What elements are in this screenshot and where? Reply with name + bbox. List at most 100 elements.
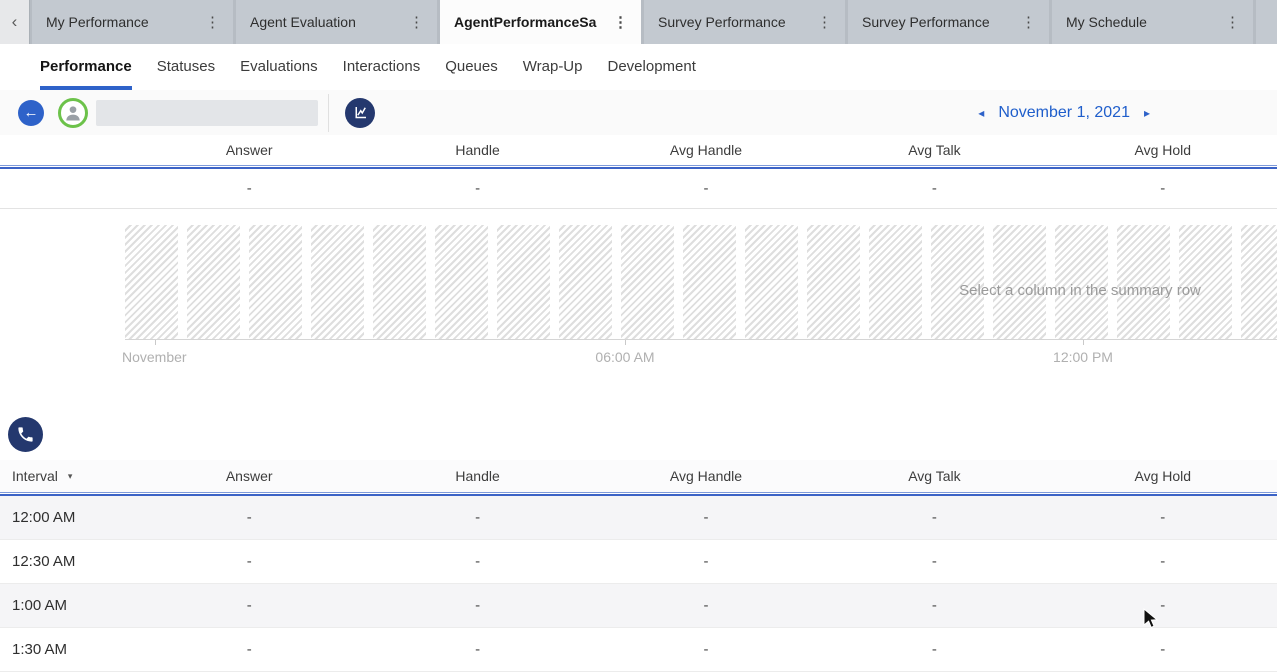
chart-bar-placeholder [249,225,302,339]
table-row[interactable]: 1:30 AM----- [0,628,1277,672]
axis-tick [1083,340,1084,345]
summary-value-cell[interactable]: - [363,180,591,197]
chart-bar-placeholder [1241,225,1277,339]
agent-toolbar: ← ◂ November 1, 2021 ▸ [0,90,1277,135]
subnav-item-performance[interactable]: Performance [40,44,132,90]
tab-survey-performance[interactable]: Survey Performance⋮ [848,0,1049,44]
chart-bar-placeholder [869,225,922,339]
axis-tick [625,340,626,345]
chevron-left-icon: ‹ [12,12,18,32]
interval-cell: 12:00 AM [0,509,135,526]
summary-col-header[interactable]: Answer [135,142,363,158]
interval-col-header[interactable]: Handle [363,468,591,484]
chart-bar-placeholder [497,225,550,339]
tab-partial [1256,0,1277,44]
date-label[interactable]: November 1, 2021 [998,104,1130,122]
value-cell: - [820,553,1048,570]
value-cell: - [135,553,363,570]
axis-tick-label: 06:00 AM [595,349,654,365]
tab-survey-performance[interactable]: Survey Performance ⋮ [644,0,845,44]
value-cell: - [592,509,820,526]
tab-my-performance[interactable]: My Performance⋮ [32,0,233,44]
tab-agentperformancesa[interactable]: AgentPerformanceSa ⋮ [440,0,641,44]
tab-my-schedule[interactable]: My Schedule ⋮ [1052,0,1253,44]
summary-value-cell[interactable]: - [135,180,363,197]
tab-menu-icon[interactable]: ⋮ [406,13,427,31]
chart-placeholder-message: Select a column in the summary row [935,282,1225,299]
chart-bar-placeholder [683,225,736,339]
agent-name-redacted [96,100,318,126]
interval-cell: 12:30 AM [0,553,135,570]
tab-bar: ‹ My Performance⋮Agent Evaluation⋮AgentP… [0,0,1277,44]
media-type-row [8,417,1277,452]
tab-menu-icon[interactable]: ⋮ [814,13,835,31]
summary-value-cell[interactable]: - [1049,180,1277,197]
axis-tick-label: November [122,349,187,365]
date-navigation: ◂ November 1, 2021 ▸ [978,90,1150,135]
subnav-item-queues[interactable]: Queues [445,44,498,90]
summary-col-header[interactable]: Handle [363,142,591,158]
summary-col-header[interactable]: Avg Handle [592,142,820,158]
summary-value-cell[interactable]: - [820,180,1048,197]
chart-bar-placeholder [435,225,488,339]
table-row[interactable]: 1:00 AM----- [0,584,1277,628]
chart-x-axis [125,339,1277,340]
interval-col-header[interactable]: Avg Talk [820,468,1048,484]
tab-scroll-left-button[interactable]: ‹ [0,0,30,44]
voice-media-button[interactable] [8,417,43,452]
chart-bar-placeholder [311,225,364,339]
tab-label: My Schedule [1066,14,1147,30]
subnav-item-evaluations[interactable]: Evaluations [240,44,318,90]
summary-value-cell[interactable]: - [592,180,820,197]
tab-menu-icon[interactable]: ⋮ [1018,13,1039,31]
interval-col-header[interactable]: Avg Hold [1049,468,1277,484]
chart-bar-placeholder [373,225,426,339]
chart-bar-placeholder [807,225,860,339]
interval-cell: 1:30 AM [0,641,135,658]
arrow-left-icon: ← [24,104,39,121]
subnav-item-development[interactable]: Development [608,44,696,90]
value-cell: - [135,641,363,658]
summary-values-row: ----- [0,169,1277,209]
value-cell: - [820,597,1048,614]
value-cell: - [135,509,363,526]
subnav-item-interactions[interactable]: Interactions [343,44,421,90]
summary-col-header[interactable]: Avg Talk [820,142,1048,158]
value-cell: - [363,509,591,526]
agent-avatar [58,98,88,128]
person-icon [63,103,83,123]
tab-label: AgentPerformanceSa [454,14,596,30]
subnav-item-wrap-up[interactable]: Wrap-Up [523,44,583,90]
next-day-button[interactable]: ▸ [1144,106,1150,120]
subnav-item-statuses[interactable]: Statuses [157,44,215,90]
line-chart-icon [351,104,369,122]
summary-col-header[interactable]: Avg Hold [1049,142,1277,158]
interval-col-header[interactable]: Avg Handle [592,468,820,484]
value-cell: - [363,553,591,570]
axis-tick-label: 12:00 PM [1053,349,1113,365]
chart-view-button[interactable] [345,98,375,128]
chart-bar-placeholder [125,225,178,339]
table-row[interactable]: 12:00 AM----- [0,496,1277,540]
phone-icon [16,425,35,444]
value-cell: - [820,641,1048,658]
interval-chart: Select a column in the summary row Novem… [0,225,1277,375]
tab-agent-evaluation[interactable]: Agent Evaluation ⋮ [236,0,437,44]
prev-day-button[interactable]: ◂ [978,106,984,120]
back-button[interactable]: ← [18,100,44,126]
interval-cell: 1:00 AM [0,597,135,614]
value-cell: - [592,553,820,570]
table-row[interactable]: 12:30 AM----- [0,540,1277,584]
interval-col-header[interactable]: Answer [135,468,363,484]
sort-caret-icon: ▾ [68,471,73,482]
interval-column-label: Interval [12,468,58,484]
tab-label: Agent Evaluation [250,14,356,30]
tab-menu-icon[interactable]: ⋮ [202,13,223,31]
tab-menu-icon[interactable]: ⋮ [610,13,631,31]
value-cell: - [1049,641,1277,658]
interval-column-header[interactable]: Interval ▾ [0,468,135,484]
value-cell: - [1049,509,1277,526]
toolbar-divider [328,94,329,132]
tab-menu-icon[interactable]: ⋮ [1222,13,1243,31]
tab-label: Survey Performance [658,14,786,30]
